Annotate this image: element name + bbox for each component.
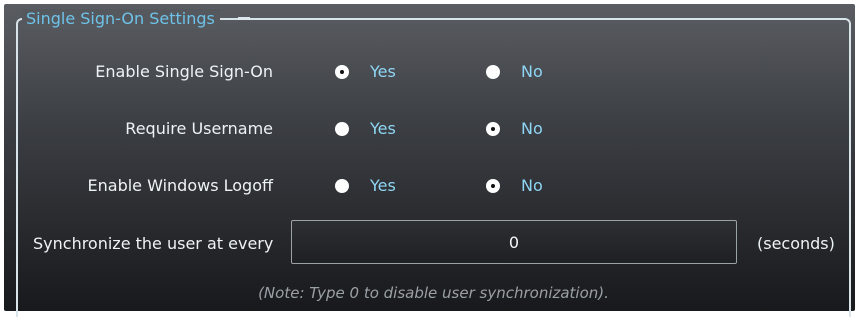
require-username-yes-radio[interactable]: Yes bbox=[335, 119, 396, 139]
enable-sso-label: Enable Single Sign-On bbox=[95, 62, 273, 81]
radio-unselected-icon bbox=[335, 179, 349, 193]
radio-label: Yes bbox=[370, 119, 396, 138]
group-title-divider bbox=[238, 17, 250, 20]
group-title: Single Sign-On Settings bbox=[22, 9, 220, 29]
sync-interval-label: Synchronize the user at every bbox=[33, 234, 274, 253]
radio-label: No bbox=[521, 176, 543, 195]
enable-windows-logoff-yes-radio[interactable]: Yes bbox=[335, 176, 396, 196]
radio-unselected-icon bbox=[335, 122, 349, 136]
enable-sso-yes-radio[interactable]: Yes bbox=[335, 62, 396, 82]
radio-label: Yes bbox=[370, 176, 396, 195]
require-username-label: Require Username bbox=[125, 119, 273, 138]
radio-label: Yes bbox=[370, 62, 396, 81]
sync-note: (Note: Type 0 to disable user synchroniz… bbox=[258, 284, 609, 302]
radio-label: No bbox=[521, 119, 543, 138]
radio-selected-icon bbox=[486, 122, 500, 136]
radio-selected-icon bbox=[335, 65, 349, 79]
radio-selected-icon bbox=[486, 179, 500, 193]
require-username-no-radio[interactable]: No bbox=[486, 119, 543, 139]
sync-interval-input[interactable] bbox=[291, 220, 737, 264]
sso-settings-panel: Single Sign-On Settings Enable Single Si… bbox=[4, 4, 855, 317]
enable-windows-logoff-no-radio[interactable]: No bbox=[486, 176, 543, 196]
sync-unit-label: (seconds) bbox=[757, 234, 835, 253]
enable-sso-no-radio[interactable]: No bbox=[486, 62, 543, 82]
radio-label: No bbox=[521, 62, 543, 81]
radio-unselected-icon bbox=[486, 65, 500, 79]
enable-windows-logoff-label: Enable Windows Logoff bbox=[87, 176, 273, 195]
